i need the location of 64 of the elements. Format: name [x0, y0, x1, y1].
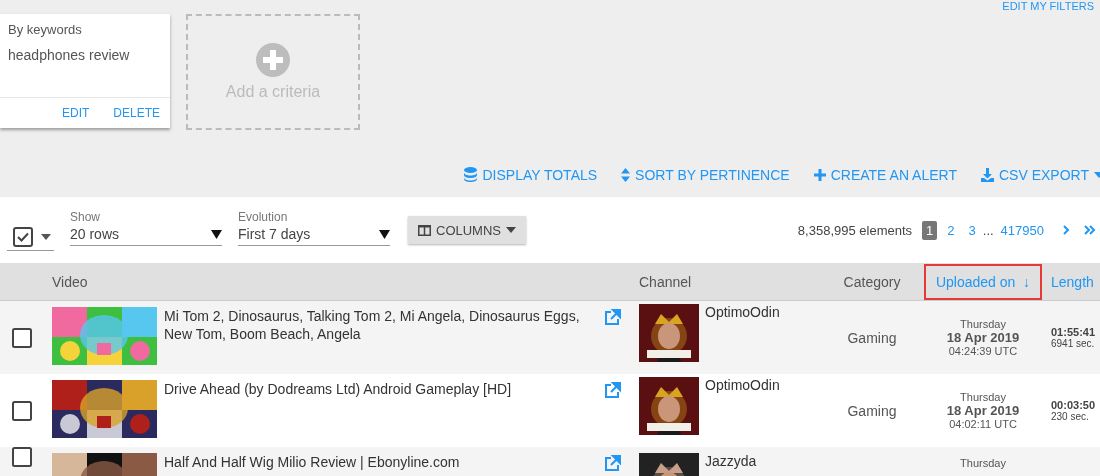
category-cell: Gaming: [847, 329, 897, 346]
video-duration: 01:55:41: [1051, 326, 1096, 338]
page-link[interactable]: 3: [964, 220, 980, 240]
duration-seconds: 230 sec.: [1051, 411, 1089, 422]
edit-filters-link[interactable]: EDIT MY FILTERS: [1002, 0, 1094, 12]
plus-icon: [813, 168, 826, 181]
select-label: Evolution: [238, 210, 289, 224]
action-link[interactable]: CSV EXPORT: [981, 166, 1100, 183]
duration-seconds: 6941 sec.: [1051, 338, 1095, 349]
column-header[interactable]: Uploaded on ↓: [923, 263, 1043, 300]
caret-icon[interactable]: [41, 234, 51, 240]
criteria-value: headphones review: [8, 47, 131, 63]
external-link-icon[interactable]: [603, 455, 621, 473]
column-header: Length: [1051, 273, 1094, 290]
select-field[interactable]: First 7 days: [238, 224, 390, 246]
element-count: 8,358,995 elements: [797, 222, 913, 238]
criteria-action-link[interactable]: DELETE: [113, 106, 160, 120]
columns-button[interactable]: COLUMNS: [408, 216, 526, 244]
video-title[interactable]: Half And Half Wig Milio Review | Ebonyline.com: [164, 453, 596, 471]
video-title[interactable]: Mi Tom 2, Dinosaurus, Talking Tom 2, Mi Angela, Dinosaurus Eggs, New Tom, Boom Beach, Angela: [164, 307, 596, 343]
channel-name[interactable]: OptimoOdin: [705, 377, 780, 393]
action-link[interactable]: CREATE AN ALERT: [813, 166, 957, 183]
page-ellipsis: ...: [982, 222, 994, 238]
column-header: Video: [52, 273, 88, 290]
select-field[interactable]: 20 rows: [70, 224, 222, 246]
upload-date: 18 Apr 2019: [946, 330, 1020, 345]
columns-icon: [418, 224, 431, 236]
caret-icon: [1094, 171, 1100, 178]
upload-day: Thursday: [960, 391, 1006, 403]
select-label: Show: [70, 210, 102, 224]
action-link[interactable]: DISPLAY TOTALS: [464, 166, 598, 183]
column-header: Channel: [639, 273, 692, 290]
row-checkbox[interactable]: [12, 400, 32, 421]
upload-time: 04:24:39 UTC: [948, 345, 1018, 357]
channel-name[interactable]: OptimoOdin: [705, 304, 780, 320]
select-all-checkbox[interactable]: [13, 227, 33, 247]
upload-day: Thursday: [960, 457, 1006, 469]
action-link[interactable]: SORT BY PERTINENCE: [621, 166, 790, 183]
caret-icon: [211, 229, 222, 239]
channel-name[interactable]: Jazzyda: [705, 453, 757, 469]
row-checkbox[interactable]: [12, 327, 32, 348]
download-icon: [981, 167, 994, 182]
category-cell: Gaming: [847, 402, 897, 419]
criteria-label: By keywords: [8, 22, 83, 37]
caret-icon: [506, 227, 516, 233]
external-link-icon[interactable]: [603, 382, 621, 400]
page-link[interactable]: 1: [922, 220, 938, 240]
add-icon: [256, 43, 290, 77]
upload-day: Thursday: [960, 318, 1006, 330]
upload-date: 18 Apr 2019: [946, 403, 1020, 418]
criteria-action-link[interactable]: EDIT: [61, 106, 90, 120]
column-header: Category: [843, 273, 901, 290]
upload-time: 04:02:11 UTC: [949, 418, 1017, 430]
external-link-icon[interactable]: [603, 309, 621, 327]
sort-icon: [621, 167, 631, 182]
last-page-icon[interactable]: [1084, 225, 1096, 235]
page-link[interactable]: 2: [943, 220, 959, 240]
video-title[interactable]: Drive Ahead (by Dodreams Ltd) Android Gameplay [HD]: [164, 380, 596, 398]
page-link[interactable]: 417950: [996, 220, 1048, 240]
caret-icon: [379, 229, 390, 239]
video-duration: 00:03:50: [1051, 399, 1096, 411]
next-page-icon[interactable]: [1062, 225, 1070, 235]
row-checkbox[interactable]: [12, 447, 32, 467]
database-icon: [464, 167, 478, 182]
